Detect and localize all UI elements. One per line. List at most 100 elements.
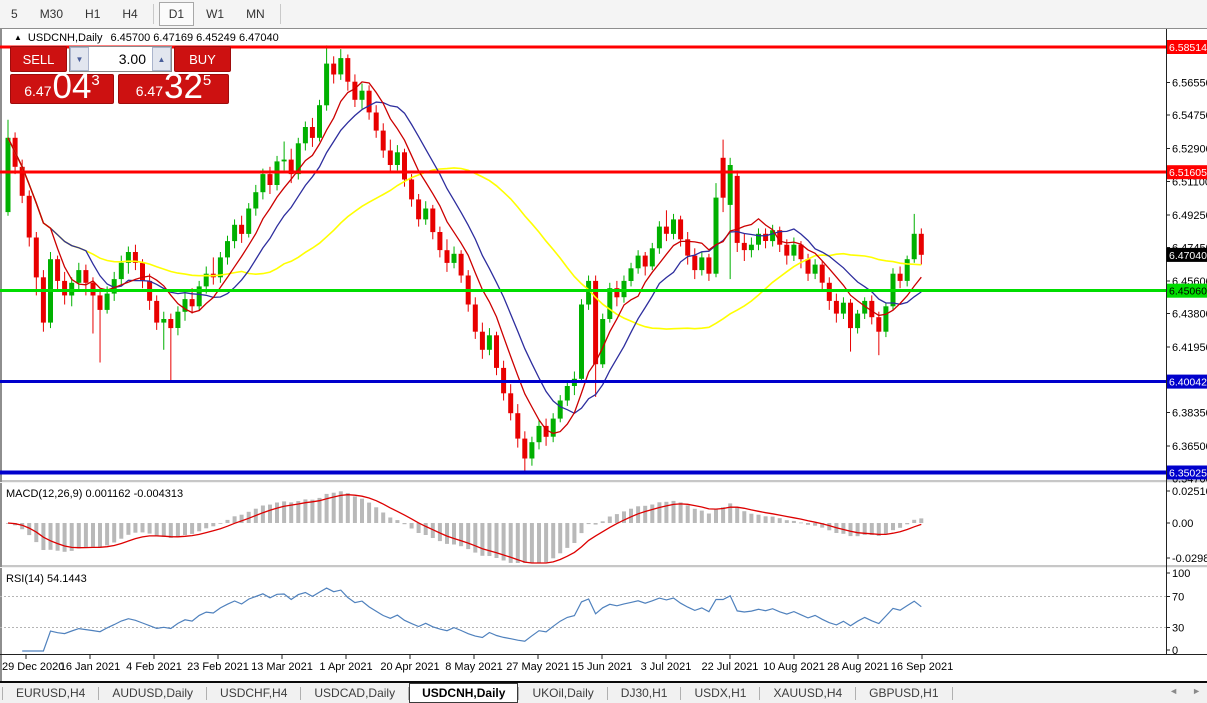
candle-body: [537, 426, 542, 442]
tab-usdchf-h4[interactable]: USDCHF,H4: [207, 683, 300, 703]
candle-body: [529, 442, 534, 458]
tab-dj30-h1[interactable]: DJ30,H1: [608, 683, 681, 703]
tab-scroll-controls: ◄ ►: [1169, 686, 1201, 696]
candle-body: [310, 127, 315, 138]
tab-scroll-left-icon[interactable]: ◄: [1169, 686, 1178, 696]
candle-body: [636, 256, 641, 269]
candle-body: [515, 413, 520, 438]
macd-histogram-bar: [778, 518, 782, 523]
date-axis: 29 Dec 202016 Jan 20214 Feb 202123 Feb 2…: [2, 655, 953, 673]
current-price-label: 6.47040: [1169, 250, 1207, 262]
candle-body: [105, 294, 110, 310]
candle-body: [317, 105, 322, 138]
macd-histogram-bar: [565, 523, 569, 548]
candle-body: [721, 158, 726, 198]
tab-scroll-right-icon[interactable]: ►: [1192, 686, 1201, 696]
candle-body: [699, 257, 704, 270]
buy-price-big: 32: [164, 73, 203, 102]
macd-histogram-bar: [792, 521, 796, 523]
macd-tick-label: -0.029885: [1172, 553, 1207, 565]
candle-body: [742, 243, 747, 250]
timeframe-button-m30[interactable]: M30: [30, 2, 73, 26]
macd-histogram-bar: [721, 507, 725, 523]
macd-histogram-bar: [190, 523, 194, 534]
main-chart-plot[interactable]: [0, 45, 1166, 472]
macd-histogram-bar: [197, 523, 201, 531]
candle-body: [607, 288, 612, 319]
macd-histogram-bar: [133, 523, 137, 533]
candle-body: [34, 238, 39, 278]
candle-body: [452, 254, 457, 263]
candle-body: [919, 234, 924, 255]
macd-histogram-bar: [771, 517, 775, 523]
macd-histogram-bar: [310, 500, 314, 523]
macd-histogram-bar: [374, 507, 378, 523]
macd-histogram-bar: [473, 523, 477, 553]
timeframe-button-mn[interactable]: MN: [236, 2, 275, 26]
macd-histogram-bar: [56, 523, 60, 551]
date-tick-label: 27 May 2021: [506, 661, 570, 673]
macd-histogram-bar: [686, 505, 690, 523]
candle-body: [593, 281, 598, 364]
macd-histogram-bar: [551, 523, 555, 558]
macd-histogram-bar: [360, 499, 364, 523]
timeframe-button-w1[interactable]: W1: [196, 2, 234, 26]
macd-histogram-bar: [594, 523, 598, 525]
candle-body: [784, 245, 789, 256]
macd-histogram-bar: [643, 506, 647, 523]
volume-value[interactable]: 3.00: [89, 47, 152, 71]
candle-body: [268, 174, 273, 185]
candle-body: [749, 245, 754, 250]
macd-histogram-bar: [452, 523, 456, 545]
medium-ma-line: [8, 102, 921, 413]
candle-body: [671, 219, 676, 234]
timeframe-button-5[interactable]: 5: [1, 2, 28, 26]
timeframe-button-h4[interactable]: H4: [112, 2, 147, 26]
buy-price-box[interactable]: 6.47 32 5: [118, 74, 229, 104]
candle-body: [168, 319, 173, 328]
tab-usdx-h1[interactable]: USDX,H1: [681, 683, 759, 703]
tab-ukoil-daily[interactable]: UKOil,Daily: [519, 683, 606, 703]
macd-histogram-bar: [572, 523, 576, 543]
timeframe-button-h1[interactable]: H1: [75, 2, 110, 26]
macd-histogram-bar: [403, 523, 407, 524]
candle-body: [898, 274, 903, 281]
macd-histogram-bar: [126, 523, 130, 535]
rsi-tick-label: 100: [1172, 568, 1190, 580]
level-badge-label: 6.58514: [1169, 42, 1207, 54]
tab-xauusd-h4[interactable]: XAUUSD,H4: [760, 683, 855, 703]
candle-body: [692, 256, 697, 271]
tab-usdcad-daily[interactable]: USDCAD,Daily: [301, 683, 408, 703]
candle-body: [876, 317, 881, 332]
rsi-line: [22, 588, 921, 651]
tab-eurusd-h4[interactable]: EURUSD,H4: [3, 683, 98, 703]
timeframe-button-d1[interactable]: D1: [159, 2, 194, 26]
sell-price-box[interactable]: 6.47 04 3: [10, 74, 114, 104]
macd-tick-label: 0.025108: [1172, 486, 1207, 498]
macd-histogram-bar: [388, 518, 392, 524]
macd-histogram-bar: [580, 523, 584, 533]
candle-body: [643, 256, 648, 267]
candle-body: [522, 439, 527, 459]
candle-body: [437, 232, 442, 250]
date-tick-label: 4 Feb 2021: [126, 661, 182, 673]
date-tick-label: 20 Apr 2021: [380, 661, 439, 673]
rsi-panel: RSI(14) 54.144310070300: [0, 568, 1190, 657]
horizontal-levels: [0, 47, 1166, 473]
candle-body: [352, 82, 357, 100]
tab-gbpusd-h1[interactable]: GBPUSD,H1: [856, 683, 951, 703]
candle-body: [706, 257, 711, 273]
macd-histogram-bar: [233, 516, 237, 523]
macd-histogram-bar: [261, 506, 265, 524]
macd-histogram-bar: [516, 523, 520, 563]
candle-body: [395, 152, 400, 165]
macd-histogram-bar: [141, 523, 145, 532]
chart-canvas[interactable]: 6.565506.547506.529006.511006.492506.474…: [0, 29, 1207, 681]
candle-body: [225, 241, 230, 257]
tab-usdcnh-daily[interactable]: USDCNH,Daily: [409, 683, 518, 703]
candle-body: [579, 305, 584, 379]
macd-histogram-bar: [757, 515, 761, 523]
tab-audusd-daily[interactable]: AUDUSD,Daily: [99, 683, 206, 703]
candle-body: [360, 91, 365, 100]
macd-histogram-bar: [714, 510, 718, 523]
